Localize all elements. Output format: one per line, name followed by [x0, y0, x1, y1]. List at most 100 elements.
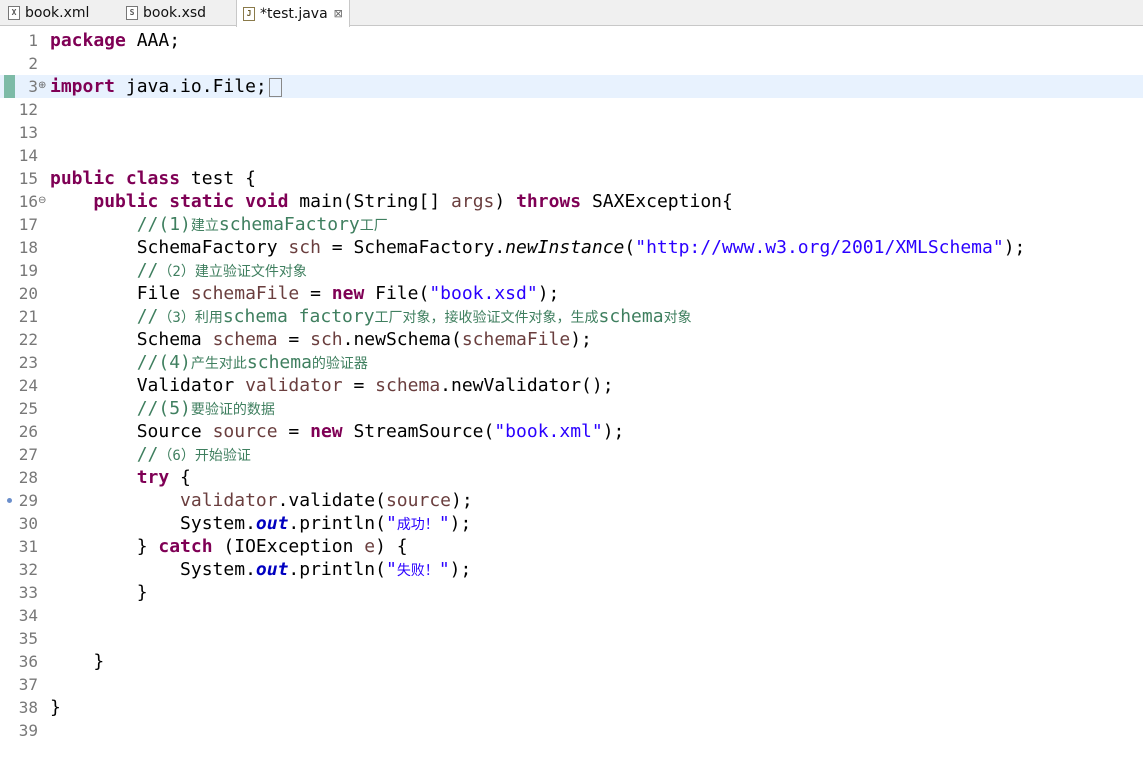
code-line[interactable]: 37 — [0, 673, 1143, 696]
code-line[interactable]: 23 //(4)产生对此schema的验证器 — [0, 351, 1143, 374]
code-token: 的验证器 — [311, 356, 368, 372]
code-line[interactable]: 1 package AAA; — [0, 29, 1143, 52]
code-line[interactable]: 39 — [0, 719, 1143, 742]
code-text[interactable]: Schema schema = sch.newSchema(schemaFile… — [50, 328, 592, 351]
code-text[interactable]: } — [50, 650, 104, 673]
code-line[interactable]: 28 try { — [0, 466, 1143, 489]
code-text[interactable]: } — [50, 581, 148, 604]
line-number: 17 — [18, 215, 38, 234]
code-token: （6）开始验证 — [158, 448, 251, 464]
code-token: // — [136, 260, 159, 281]
code-token: 工厂 — [359, 218, 388, 234]
code-text[interactable]: import java.io.File; — [50, 75, 282, 98]
code-token: //(4) — [136, 352, 191, 373]
line-number: 16 — [18, 192, 38, 211]
code-text[interactable]: public class test { — [50, 167, 256, 190]
line-number: 39 — [18, 721, 38, 740]
code-text[interactable]: System.out.println("失败！"); — [50, 558, 471, 583]
code-text[interactable]: try { — [50, 466, 191, 489]
line-number: 18 — [18, 238, 38, 257]
code-line[interactable]: 18 SchemaFactory sch = SchemaFactory.new… — [0, 236, 1143, 259]
code-token: AAA; — [125, 30, 181, 51]
code-token: } — [50, 536, 159, 557]
code-text[interactable]: public static void main(String[] args) t… — [50, 190, 732, 213]
code-token: static — [169, 191, 235, 212]
editor-tab-bar: X book.xml S book.xsd J *test.java ⊠ — [0, 0, 1143, 27]
code-text[interactable]: //(5)要验证的数据 — [50, 397, 275, 422]
code-line[interactable]: 16 ⊖ public static void main(String[] arg… — [0, 190, 1143, 213]
code-text[interactable]: Source source = new StreamSource("book.x… — [50, 420, 625, 443]
tab-book-xml[interactable]: X book.xml — [8, 0, 89, 26]
code-token: ); — [449, 513, 472, 534]
code-line[interactable]: 20 File schemaFile = new File("book.xsd"… — [0, 282, 1143, 305]
code-text[interactable]: package AAA; — [50, 29, 180, 52]
code-token: // — [136, 306, 159, 327]
code-text[interactable]: Validator validator = schema.newValidato… — [50, 374, 614, 397]
code-line[interactable]: 25 //(5)要验证的数据 — [0, 397, 1143, 420]
code-line[interactable]: 19 //（2）建立验证文件对象 — [0, 259, 1143, 282]
tab-book-xsd[interactable]: S book.xsd — [126, 0, 206, 26]
code-line[interactable]: 2 — [0, 52, 1143, 75]
code-line[interactable]: 22 Schema schema = sch.newSchema(schemaF… — [0, 328, 1143, 351]
code-line[interactable]: 17 //(1)建立schemaFactory工厂 — [0, 213, 1143, 236]
code-line[interactable]: 38} — [0, 696, 1143, 719]
line-number: 26 — [18, 422, 38, 441]
line-number: 15 — [18, 169, 38, 188]
code-text[interactable]: //(4)产生对此schema的验证器 — [50, 351, 368, 376]
code-token: （3）利用 — [158, 310, 223, 326]
code-token: e — [364, 536, 376, 557]
close-tab-icon[interactable]: ⊠ — [334, 7, 343, 20]
code-token: sch — [310, 329, 343, 350]
line-number: 28 — [18, 468, 38, 487]
expand-fold-icon[interactable]: ⊕ — [38, 81, 47, 91]
code-text[interactable]: System.out.println("成功！"); — [50, 512, 471, 537]
code-line[interactable]: 24 Validator validator = schema.newValid… — [0, 374, 1143, 397]
code-line[interactable]: 31 } catch (IOException e) { — [0, 535, 1143, 558]
code-line[interactable]: 30 System.out.println("成功！"); — [0, 512, 1143, 535]
code-line[interactable]: 3 ⊕ import java.io.File; — [0, 75, 1143, 98]
code-line[interactable]: 35 — [0, 627, 1143, 650]
code-line[interactable]: 26 Source source = new StreamSource("boo… — [0, 420, 1143, 443]
code-token: = SchemaFactory. — [320, 237, 506, 258]
line-number: 13 — [18, 123, 38, 142]
code-text[interactable]: } — [50, 696, 61, 719]
code-line[interactable]: 13 — [0, 121, 1143, 144]
java-file-icon: J — [243, 6, 255, 21]
code-token: throws — [516, 191, 582, 212]
line-number: 22 — [18, 330, 38, 349]
code-text[interactable]: //（3）利用schema factory工厂对象，接收验证文件对象，生成sch… — [50, 305, 692, 330]
code-token: Validator — [50, 375, 246, 396]
code-token: schemaFile — [461, 329, 571, 350]
code-token: schemaFile — [190, 283, 300, 304]
code-token: main(String[] — [288, 191, 452, 212]
code-text[interactable]: SchemaFactory sch = SchemaFactory.newIns… — [50, 236, 1026, 259]
code-text[interactable]: //(1)建立schemaFactory工厂 — [50, 213, 388, 238]
code-token: "http://www.w3.org/2001/XMLSchema" — [635, 237, 1004, 258]
code-line[interactable]: 34 — [0, 604, 1143, 627]
code-text[interactable]: File schemaFile = new File("book.xsd"); — [50, 282, 560, 305]
code-token: ) { — [375, 536, 408, 557]
code-editor[interactable]: 1 package AAA; 2 3 ⊕ import java.io.File; 12 13… — [0, 29, 1143, 757]
collapsed-imports-box[interactable] — [268, 77, 282, 97]
code-token: 建立 — [190, 218, 219, 234]
code-line[interactable]: 12 — [0, 98, 1143, 121]
code-line[interactable]: 32 System.out.println("失败！"); — [0, 558, 1143, 581]
tab-test-java[interactable]: J *test.java ⊠ — [236, 0, 350, 27]
code-text[interactable]: //（6）开始验证 — [50, 443, 251, 468]
code-text[interactable]: //（2）建立验证文件对象 — [50, 259, 307, 284]
code-text[interactable]: } catch (IOException e) { — [50, 535, 408, 558]
code-token: // — [136, 444, 159, 465]
code-line[interactable]: 15 public class test { — [0, 167, 1143, 190]
code-line[interactable]: 33 } — [0, 581, 1143, 604]
code-token: File — [50, 283, 191, 304]
code-line[interactable]: 21 //（3）利用schema factory工厂对象，接收验证文件对象，生成… — [0, 305, 1143, 328]
code-text[interactable]: validator.validate(source); — [50, 489, 473, 512]
code-line[interactable]: 27 //（6）开始验证 — [0, 443, 1143, 466]
code-line[interactable]: 36 } — [0, 650, 1143, 673]
collapse-fold-icon[interactable]: ⊖ — [38, 196, 47, 206]
code-line[interactable]: 14 — [0, 144, 1143, 167]
code-line[interactable]: 29 validator.validate(source); — [0, 489, 1143, 512]
